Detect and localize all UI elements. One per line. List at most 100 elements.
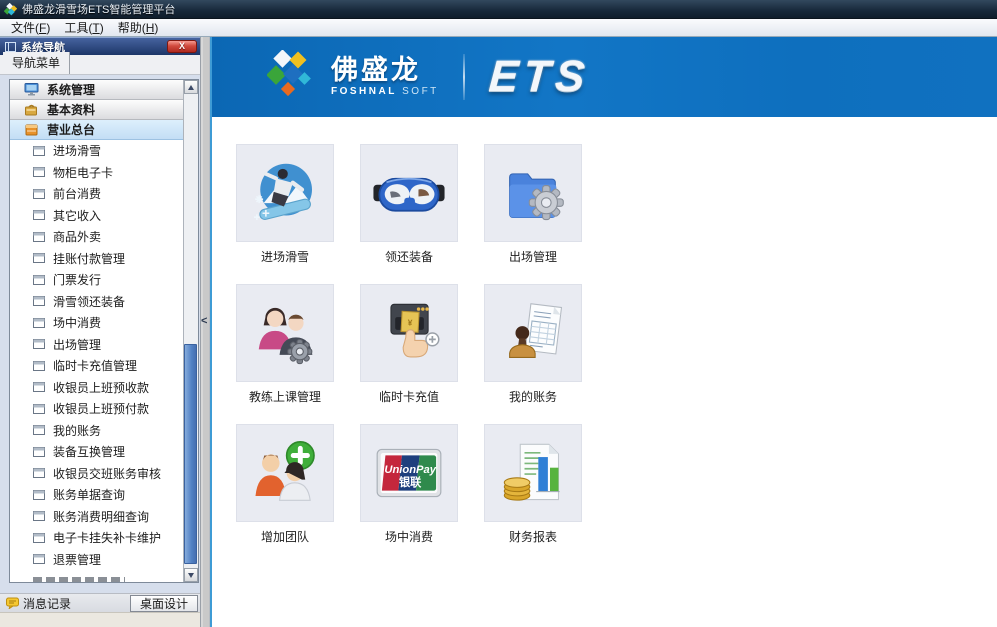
tree-group-business[interactable]: 营业总台 (10, 120, 183, 140)
sidebar-bottom-strip (0, 612, 200, 627)
form-icon (33, 167, 45, 177)
tree-item-shift-audit[interactable]: 收银员交班账务审核 (10, 463, 183, 485)
brand-chinese-name: 佛盛龙 (331, 57, 439, 84)
tree-item-voucher-query[interactable]: 账务单据查询 (10, 484, 183, 506)
tile-exit-management[interactable] (484, 144, 582, 242)
form-icon (33, 404, 45, 414)
tree-item-front-desk[interactable]: 前台消费 (10, 183, 183, 205)
form-icon (33, 232, 45, 242)
tile-label: 进场滑雪 (261, 248, 309, 263)
tile-enter-skiing[interactable] (236, 144, 334, 242)
toolbox-icon (24, 103, 39, 116)
sidebar-footer: 消息记录 桌面设计 (0, 593, 200, 612)
tree-item-card-loss-reissue[interactable]: 电子卡挂失补卡维护 (10, 527, 183, 549)
cash-register-icon (24, 123, 39, 136)
svg-text:¥: ¥ (407, 317, 413, 327)
tree-item-ticket-issue[interactable]: 门票发行 (10, 269, 183, 291)
window-title: 佛盛龙滑雪场ETS智能管理平台 (22, 1, 175, 17)
form-icon (33, 468, 45, 478)
form-icon (33, 511, 45, 521)
tree-item-temp-card-mgmt[interactable]: 临时卡充值管理 (10, 355, 183, 377)
desktop-design-button[interactable]: 桌面设计 (130, 595, 198, 612)
form-icon (33, 189, 45, 199)
folder-gear-icon (499, 161, 567, 225)
navigation-tree: 系统管理 基本资料 (9, 79, 199, 583)
scrollbar-thumb[interactable] (184, 344, 197, 564)
nav-panel-icon (5, 42, 16, 52)
tile-label: 财务报表 (509, 528, 557, 543)
tree-item-refund-mgmt[interactable]: 退票管理 (10, 549, 183, 571)
scroll-up-icon[interactable] (184, 80, 198, 94)
ski-goggles-icon (371, 161, 447, 225)
app-window: 佛盛龙滑雪场ETS智能管理平台 文件(F) 工具(T) 帮助(H) 系统导航 X… (0, 0, 997, 627)
tree-item-enter-skiing[interactable]: 进场滑雪 (10, 140, 183, 162)
form-icon (33, 490, 45, 500)
menu-file[interactable]: 文件(F) (4, 18, 57, 37)
foshnal-logo-icon (267, 50, 317, 104)
navigation-sidebar: 系统导航 X 导航菜单 系统管理 (0, 37, 200, 627)
launcher-content: 进场滑雪 (212, 117, 997, 627)
form-icon (33, 447, 45, 457)
tile-temp-card-recharge[interactable]: ¥ (360, 284, 458, 382)
message-log-button[interactable]: 消息记录 (6, 595, 125, 612)
tile-equipment-return[interactable] (360, 144, 458, 242)
tile-add-team[interactable] (236, 424, 334, 522)
brand-header: 佛盛龙 FOSHNAL SOFT ETS (212, 37, 997, 117)
app-logo-icon (4, 3, 17, 16)
tree-item-venue-consume[interactable]: 场中消费 (10, 312, 183, 334)
form-icon (33, 210, 45, 220)
tree-item-consume-detail-query[interactable]: 账务消费明细查询 (10, 506, 183, 528)
menu-tools[interactable]: 工具(T) (57, 18, 110, 37)
form-icon (33, 253, 45, 263)
menu-bar: 文件(F) 工具(T) 帮助(H) (0, 19, 997, 37)
tile-coach-class[interactable] (236, 284, 334, 382)
form-icon (33, 425, 45, 435)
form-icon (33, 296, 45, 306)
tree-item-cashier-prepay[interactable]: 收银员上班预付款 (10, 398, 183, 420)
tree-item-goods-takeout[interactable]: 商品外卖 (10, 226, 183, 248)
tile-venue-consumption[interactable]: UnionPay 银联 (360, 424, 458, 522)
tile-financial-reports[interactable] (484, 424, 582, 522)
tree-scrollbar[interactable] (183, 80, 198, 582)
form-icon (33, 146, 45, 156)
message-bubble-icon (6, 597, 19, 609)
tab-nav-menu[interactable]: 导航菜单 (3, 52, 70, 74)
main-area: 佛盛龙 FOSHNAL SOFT ETS (212, 37, 997, 627)
form-icon (33, 318, 45, 328)
tile-my-accounts[interactable] (484, 284, 582, 382)
tree-item-exit-mgmt[interactable]: 出场管理 (10, 334, 183, 356)
tile-label: 增加团队 (261, 528, 309, 543)
tree-item-credit-payment[interactable]: 挂账付款管理 (10, 248, 183, 270)
form-icon (33, 382, 45, 392)
report-chart-coins-icon (499, 439, 567, 507)
tree-item-partially-visible[interactable] (10, 570, 183, 582)
form-icon (33, 554, 45, 564)
coach-people-gear-icon (250, 300, 320, 366)
close-icon[interactable]: X (167, 40, 197, 53)
unionpay-cn-text: 银联 (399, 475, 422, 489)
snowboarder-icon (249, 159, 321, 227)
tile-label: 我的账务 (509, 388, 557, 403)
tree-item-ski-equipment[interactable]: 滑雪领还装备 (10, 291, 183, 313)
title-bar: 佛盛龙滑雪场ETS智能管理平台 (0, 0, 997, 19)
add-team-icon (250, 439, 320, 507)
form-icon (33, 533, 45, 543)
tile-label: 场中消费 (385, 528, 433, 543)
tree-item-equipment-swap[interactable]: 装备互换管理 (10, 441, 183, 463)
unionpay-text: UnionPay (384, 464, 436, 476)
tree-item-locker-card[interactable]: 物柜电子卡 (10, 162, 183, 184)
tree-group-label: 营业总台 (47, 121, 95, 138)
sidebar-splitter[interactable]: < (200, 37, 212, 627)
tree-item-my-accounts[interactable]: 我的账务 (10, 420, 183, 442)
tree-item-cashier-prereceive[interactable]: 收银员上班预收款 (10, 377, 183, 399)
tree-group-label: 系统管理 (47, 81, 95, 98)
collapse-sidebar-arrow[interactable]: < (201, 315, 207, 327)
menu-help[interactable]: 帮助(H) (111, 18, 166, 37)
tree-group-basics[interactable]: 基本资料 (10, 100, 183, 120)
tree-item-other-income[interactable]: 其它收入 (10, 205, 183, 227)
card-recharge-icon: ¥ (375, 299, 443, 367)
tree-group-system[interactable]: 系统管理 (10, 80, 183, 100)
brand-divider (463, 54, 465, 100)
scroll-down-icon[interactable] (184, 568, 198, 582)
form-icon (33, 275, 45, 285)
